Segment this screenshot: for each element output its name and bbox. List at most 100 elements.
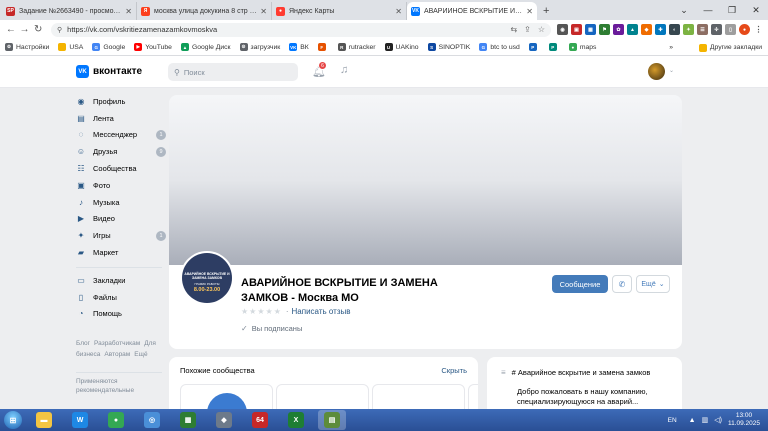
- extension-icon[interactable]: ⚑: [599, 24, 611, 35]
- tab-close-icon[interactable]: ✕: [395, 7, 402, 16]
- taskbar-app[interactable]: ▦: [174, 410, 202, 430]
- taskbar-app[interactable]: ▤: [318, 410, 346, 430]
- tab-close-icon[interactable]: ✕: [526, 7, 533, 16]
- bookmark-item[interactable]: ▶ YouTube: [134, 43, 172, 51]
- tab-close-icon[interactable]: ✕: [125, 7, 132, 16]
- bookmark-star-icon[interactable]: ☆: [538, 25, 545, 34]
- start-button[interactable]: ⊞: [0, 409, 26, 431]
- volume-icon[interactable]: ◁): [714, 416, 722, 424]
- notifications-bell-icon[interactable]: 🔔︎ 6: [312, 61, 327, 78]
- new-tab-button[interactable]: +: [537, 2, 555, 20]
- extension-icon[interactable]: ◉: [557, 24, 569, 35]
- tray-clock[interactable]: 13:00 11.09.2025: [728, 412, 760, 428]
- tray-arrow-icon[interactable]: ▲: [689, 417, 696, 424]
- bookmark-item[interactable]: G Google: [92, 43, 125, 51]
- bookmark-item[interactable]: P: [548, 43, 560, 51]
- music-icon[interactable]: ♫: [340, 64, 348, 76]
- tab-search-icon[interactable]: ⌄: [672, 0, 696, 20]
- maximize-button[interactable]: ❐: [720, 0, 744, 20]
- translate-icon[interactable]: ⇆: [510, 25, 517, 34]
- hide-similar-link[interactable]: Скрыть: [441, 366, 467, 375]
- footer-link[interactable]: Авторам: [104, 351, 130, 358]
- bookmark-item[interactable]: F: [317, 43, 329, 51]
- bookmark-item[interactable]: Rrutracker: [337, 43, 376, 51]
- sidebar-item[interactable]: ▶ Видео: [76, 211, 166, 228]
- browser-tab[interactable]: ● Яндекс Карты ✕: [272, 2, 407, 20]
- minimize-button[interactable]: —: [696, 0, 720, 20]
- browser-tab[interactable]: Ямосква улица докукина 8 стр 2 и ✕: [137, 2, 272, 20]
- chevron-down-icon[interactable]: ⌄: [669, 67, 674, 74]
- community-avatar[interactable]: АВАРИЙНОЕ ВСКРЫТИЕ И ЗАМЕНА ЗАМКОВ ГРАФИ…: [180, 251, 234, 305]
- footer-link[interactable]: Разработчикам: [94, 340, 140, 347]
- extension-icon[interactable]: ◐: [669, 24, 681, 35]
- footer-link[interactable]: Блог: [76, 340, 90, 347]
- language-indicator[interactable]: EN: [668, 417, 677, 424]
- sidebar-item[interactable]: ▤ Лента: [76, 110, 166, 127]
- search-input[interactable]: [183, 67, 284, 77]
- taskbar-app[interactable]: ●: [102, 410, 130, 430]
- bookmark-item[interactable]: Gbtc to usd: [479, 43, 520, 51]
- footer-link[interactable]: Ещё: [134, 351, 147, 358]
- sidebar-item[interactable]: ◌ Мессенджер 1: [76, 127, 166, 144]
- extension-icon[interactable]: ✚: [655, 24, 667, 35]
- subscription-status[interactable]: ✓ Вы подписаны: [241, 324, 302, 333]
- bookmark-item[interactable]: ● maps: [568, 43, 596, 51]
- bookmark-item[interactable]: ▲ Google Диск: [180, 43, 231, 51]
- bookmarks-overflow-button[interactable]: »: [669, 44, 673, 51]
- address-bar[interactable]: ⚲ https://vk.com/vskritiezamenazamkovmos…: [51, 22, 552, 37]
- extension-icon[interactable]: ◆: [641, 24, 653, 35]
- extension-icon[interactable]: ☰: [697, 24, 709, 35]
- extension-icon[interactable]: ▲: [627, 24, 639, 35]
- profile-avatar-icon[interactable]: ●: [739, 24, 751, 35]
- sidebar-item[interactable]: ☷ Сообщества: [76, 160, 166, 177]
- menu-kebab-icon[interactable]: ⋮: [753, 24, 764, 35]
- bookmark-item[interactable]: S SINOPTIK: [427, 43, 470, 51]
- sidebar-item[interactable]: ◉ Профиль: [76, 93, 166, 110]
- sidebar-item[interactable]: ♪ Музыка: [76, 194, 166, 211]
- side-panel-icon[interactable]: ▯: [725, 24, 737, 35]
- share-icon[interactable]: ⇪: [524, 25, 531, 34]
- taskbar-app[interactable]: W: [66, 410, 94, 430]
- close-window-button[interactable]: ✕: [744, 0, 768, 20]
- taskbar-app[interactable]: ▬: [30, 410, 58, 430]
- bookmark-item[interactable]: ⚙ загрузчик: [239, 43, 280, 51]
- write-review-link[interactable]: Написать отзыв: [292, 307, 351, 316]
- extension-icon[interactable]: ▦: [585, 24, 597, 35]
- similar-community-card[interactable]: [180, 384, 273, 409]
- browser-tab[interactable]: VK АВАРИЙНОЕ ВСКРЫТИЕ И ЗАМЕ✕: [407, 2, 537, 20]
- sidebar-item[interactable]: ▰ Маркет: [76, 244, 166, 261]
- network-icon[interactable]: ▥: [702, 416, 709, 424]
- reload-button[interactable]: ↻: [31, 24, 45, 35]
- sidebar-item[interactable]: ☺ Друзья 9: [76, 143, 166, 160]
- extension-icon[interactable]: ▣: [571, 24, 583, 35]
- other-bookmarks[interactable]: Другие закладки: [698, 39, 762, 55]
- extension-icon[interactable]: ✿: [613, 24, 625, 35]
- bookmark-item[interactable]: P: [528, 43, 540, 51]
- taskbar-app[interactable]: ◎: [138, 410, 166, 430]
- similar-community-card[interactable]: [276, 384, 369, 409]
- message-button[interactable]: Сообщение: [552, 275, 608, 293]
- call-button[interactable]: ✆: [612, 275, 632, 293]
- sidebar-item[interactable]: ◔ Помощь: [76, 306, 166, 323]
- search-box[interactable]: ⚲: [168, 63, 298, 81]
- taskbar-app[interactable]: X: [282, 410, 310, 430]
- tab-close-icon[interactable]: ✕: [260, 7, 267, 16]
- user-avatar[interactable]: [648, 63, 665, 80]
- extensions-puzzle-icon[interactable]: ✣: [711, 24, 723, 35]
- vk-logo[interactable]: VK вконтакте: [76, 65, 142, 78]
- similar-community-card[interactable]: [468, 384, 478, 409]
- taskbar-app[interactable]: ◆: [210, 410, 238, 430]
- extension-icon[interactable]: ✦: [683, 24, 695, 35]
- sidebar-item[interactable]: ▭ Закладки: [76, 272, 166, 289]
- taskbar-app[interactable]: 64: [246, 410, 274, 430]
- more-button[interactable]: Ещё ⌄: [636, 275, 670, 293]
- bookmark-item[interactable]: VK ВК: [289, 43, 309, 51]
- bookmark-item[interactable]: USA: [58, 43, 83, 51]
- back-button[interactable]: ←: [4, 24, 18, 35]
- forward-button[interactable]: →: [18, 24, 32, 35]
- sidebar-item[interactable]: ▯ Файлы: [76, 289, 166, 306]
- bookmark-item[interactable]: ⚙ Настройки: [5, 43, 49, 51]
- site-info-icon[interactable]: ⚲: [57, 26, 62, 34]
- bookmark-item[interactable]: U UAKino: [384, 43, 419, 51]
- sidebar-item[interactable]: ▣ Фото: [76, 177, 166, 194]
